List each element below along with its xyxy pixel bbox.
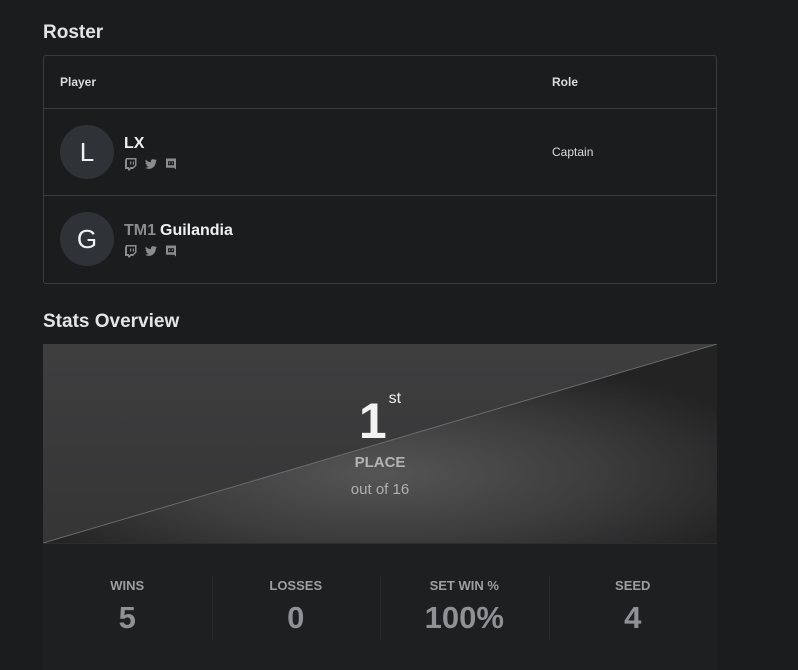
place-label: PLACE (354, 454, 406, 471)
player-name-label[interactable]: LX (124, 135, 144, 152)
avatar[interactable]: L (60, 125, 114, 179)
roster-header-row: Player Role (44, 56, 716, 109)
twitter-icon[interactable] (144, 244, 158, 258)
stat-value: 100% (424, 600, 504, 635)
stat-value: 0 (287, 600, 305, 635)
place-suffix: st (388, 390, 402, 407)
stat-label: LOSSES (269, 578, 323, 593)
team-tag: TM1 (124, 222, 156, 239)
page: Roster Player Role L LX Captain G TM1 Gu… (0, 0, 798, 670)
player-role: Captain (552, 145, 594, 159)
stat-value: 5 (118, 600, 136, 635)
table-row[interactable]: G TM1 Guilandia (44, 196, 716, 283)
header-player: Player (60, 75, 97, 89)
header-role: Role (552, 75, 579, 89)
stat-label: SET WIN % (429, 578, 499, 593)
stat-wins: WINS 5 (43, 544, 212, 670)
stat-set-win: SET WIN % 100% (380, 544, 549, 670)
roster-title: Roster (43, 22, 104, 43)
avatar[interactable]: G (60, 212, 114, 266)
discord-icon[interactable] (164, 244, 178, 258)
twitter-icon[interactable] (144, 157, 158, 171)
placement-banner: 1st PLACE out of 16 (43, 344, 717, 543)
stats-title: Stats Overview (43, 311, 180, 332)
player-name[interactable]: LX (124, 135, 144, 153)
twitch-icon[interactable] (124, 157, 138, 171)
place-value: 1 (358, 393, 387, 449)
twitch-icon[interactable] (124, 244, 138, 258)
social-links (124, 244, 178, 258)
player-name-label[interactable]: Guilandia (160, 222, 233, 239)
stats-bar: WINS 5 LOSSES 0 SET WIN % 100% SEED 4 (43, 543, 717, 670)
stat-label: SEED (615, 578, 651, 593)
social-links (124, 157, 178, 171)
player-name[interactable]: TM1 Guilandia (124, 222, 233, 240)
place-number: 1st (43, 390, 717, 450)
stat-value: 4 (624, 600, 642, 635)
stat-seed: SEED 4 (548, 544, 718, 670)
place-out-of: out of 16 (350, 481, 410, 498)
roster-table: Player Role L LX Captain G TM1 Guilandia (43, 55, 717, 284)
discord-icon[interactable] (164, 157, 178, 171)
stat-label: WINS (110, 578, 145, 593)
stat-losses: LOSSES 0 (211, 544, 381, 670)
table-row[interactable]: L LX Captain (44, 109, 716, 196)
